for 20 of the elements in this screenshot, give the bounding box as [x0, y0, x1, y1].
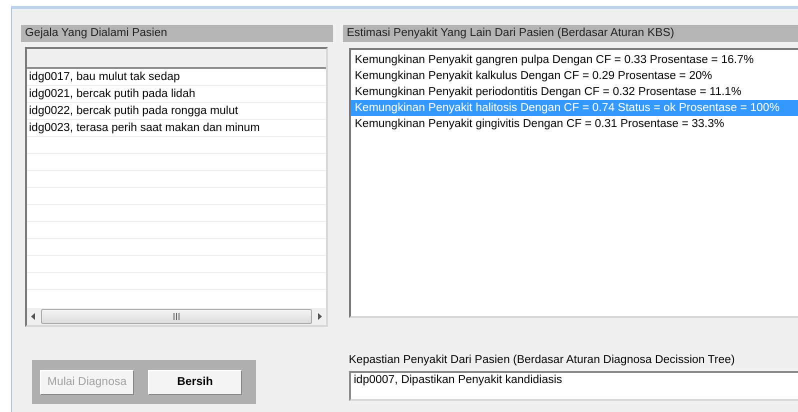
- scroll-right-icon[interactable]: [318, 313, 322, 320]
- estimate-list[interactable]: [348, 48, 798, 318]
- list-item[interactable]: idg0017, bau mulut tak sedap: [27, 69, 326, 86]
- list-item[interactable]: Kemungkinan Penyakit kalkulus Dengan CF = 0.29 Prosentase = 20%: [350, 68, 798, 84]
- panel-title: Gejala Yang Dialami Pasien: [21, 25, 333, 42]
- list-item[interactable]: idg0022, bercak putih pada rongga mulut: [27, 103, 326, 120]
- horizontal-scrollbar[interactable]: [27, 308, 326, 325]
- scroll-thumb[interactable]: [41, 309, 312, 324]
- list-item[interactable]: idg0021, bercak putih pada lidah: [27, 86, 326, 103]
- list-item[interactable]: Kemungkinan Penyakit gingivitis Dengan CF = 0.31 Prosentase = 33.3%: [350, 116, 798, 132]
- clear-button[interactable]: Bersih: [148, 370, 242, 394]
- list-item[interactable]: Kemungkinan Penyakit gangren pulpa Dengan CF = 0.33 Prosentase = 16.7%: [350, 52, 798, 68]
- panel-title: Estimasi Penyakit Yang Lain Dari Pasien (Berdasar Aturan KBS): [342, 25, 798, 42]
- list-item[interactable]: idg0023, terasa perih saat makan dan minum: [27, 120, 326, 137]
- scroll-left-icon[interactable]: [31, 313, 35, 320]
- grip-icon: [172, 313, 180, 320]
- list-item[interactable]: Kemungkinan Penyakit periodontitis Dengan CF = 0.32 Prosentase = 11.1%: [350, 84, 798, 100]
- field-label: Kepastian Penyakit Dari Pasien (Berdasar Aturan Diagnosa Decission Tree): [348, 354, 736, 368]
- symptom-list[interactable]: idg0017, bau mulut tak sedap idg0021, bercak putih pada lidah idg0022, bercak putih pada rongga mulut idg0023, terasa perih saat makan dan minum: [25, 47, 328, 327]
- result-field[interactable]: idp0007, Dipastikan Penyakit kandidiasis: [348, 371, 798, 401]
